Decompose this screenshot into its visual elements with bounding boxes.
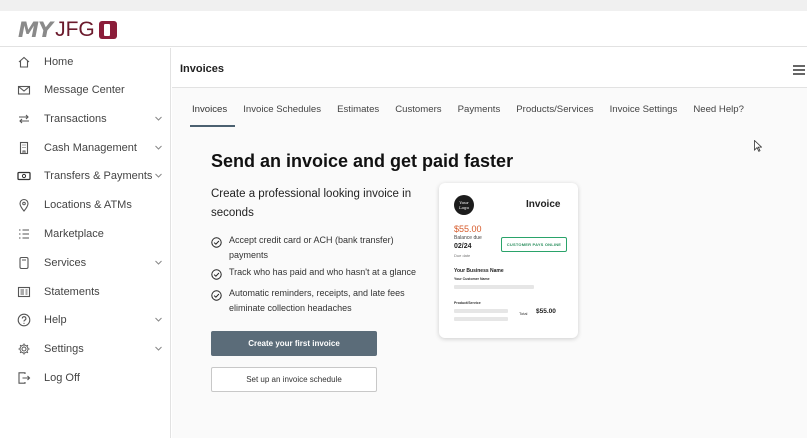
sidebar-item-label: Locations & ATMs: [44, 199, 132, 211]
sidebar-item-label: Home: [44, 56, 74, 68]
check-circle-icon: [211, 267, 222, 280]
sidebar-item-label: Cash Management: [44, 142, 137, 154]
tab-invoice-schedules[interactable]: Invoice Schedules: [243, 104, 321, 124]
hero-lead: Create a professional looking invoice in…: [211, 188, 412, 219]
sidebar-item-label: Settings: [44, 343, 84, 355]
check-circle-icon: [211, 288, 222, 301]
customer-name: Your Customer Name: [454, 277, 490, 281]
sidebar-item-label: Marketplace: [44, 228, 104, 240]
logo-my-text: MY: [18, 18, 53, 42]
chevron-down-icon: [154, 258, 163, 267]
mouse-pointer-icon: [754, 139, 763, 152]
sidebar-item-cash-management[interactable]: Cash Management: [0, 134, 171, 162]
tab-estimates[interactable]: Estimates: [337, 104, 379, 124]
sidebar-item-label: Services: [44, 257, 87, 269]
chevron-down-icon: [154, 143, 163, 152]
sidebar-item-label: Help: [44, 314, 67, 326]
sidebar-item-label: Transfers & Payments: [44, 170, 153, 182]
page-title: Invoices: [180, 63, 225, 75]
due-date-label: Due date: [454, 253, 471, 258]
question-icon: [16, 312, 32, 328]
business-name: Your Business Name: [454, 268, 504, 274]
envelope-icon: [16, 82, 32, 98]
sidebar-item-statements[interactable]: Statements: [0, 278, 171, 306]
invoice-amount: $55.00: [454, 224, 482, 234]
placeholder-bar: [454, 285, 534, 289]
gear-icon: [16, 341, 32, 357]
sidebar-item-label: Message Center: [44, 84, 125, 96]
feature-text: Automatic reminders, receipts, and late …: [229, 288, 405, 313]
sidebar-item-help[interactable]: Help: [0, 306, 171, 334]
tab-invoices[interactable]: Invoices: [189, 104, 236, 127]
tab-products-services[interactable]: Products/Services: [516, 104, 593, 124]
tab-payments[interactable]: Payments: [458, 104, 501, 124]
logo-badge-icon: [98, 21, 117, 39]
create-first-invoice-button[interactable]: Create your first invoice: [211, 331, 377, 356]
chevron-down-icon: [154, 171, 163, 180]
placeholder-bar: [454, 317, 508, 321]
device-icon: [16, 255, 32, 271]
sidebar-item-settings[interactable]: Settings: [0, 335, 171, 363]
page-header: Invoices: [172, 48, 807, 88]
sidebar-item-label: Statements: [44, 286, 100, 298]
logo-name-text: JFG: [55, 18, 95, 41]
list-icon: [16, 226, 32, 242]
sidebar-item-marketplace[interactable]: Marketplace: [0, 220, 171, 248]
cash-icon: [16, 168, 32, 184]
your-logo-placeholder: Your Logo: [454, 195, 474, 215]
check-circle-icon: [211, 235, 222, 248]
chevron-down-icon: [154, 315, 163, 324]
tab-invoice-settings[interactable]: Invoice Settings: [610, 104, 678, 124]
sidebar-item-log-off[interactable]: Log Off: [0, 364, 171, 392]
balance-due-label: Balance due: [454, 235, 482, 241]
sidebar-item-message-center[interactable]: Message Center: [0, 76, 171, 104]
sidebar-item-home[interactable]: Home: [0, 48, 171, 76]
customer-pays-online-badge: CUSTOMER PAYS ONLINE: [501, 237, 567, 252]
transfer-arrows-icon: [16, 111, 32, 127]
setup-invoice-schedule-button[interactable]: Set up an invoice schedule: [211, 367, 377, 392]
feature-text: Track who has paid and who hasn't at a g…: [229, 267, 417, 277]
sidebar-item-label: Log Off: [44, 372, 80, 384]
placeholder-bar: [454, 309, 508, 313]
due-date-value: 02/24: [454, 243, 472, 250]
product-service-label: Product/Service: [454, 301, 481, 305]
sidebar-item-transfers-payments[interactable]: Transfers & Payments: [0, 162, 171, 190]
app-logo[interactable]: MY JFG: [18, 17, 117, 43]
chevron-down-icon: [154, 344, 163, 353]
total-label: Total: [519, 311, 528, 316]
tab-need-help[interactable]: Need Help?: [693, 104, 744, 124]
hero-title: Send an invoice and get paid faster: [211, 151, 514, 171]
feature-item: Accept credit card or ACH (bank transfer…: [211, 233, 424, 263]
logout-icon: [16, 370, 32, 386]
feature-item: Track who has paid and who hasn't at a g…: [211, 265, 424, 280]
statement-icon: [16, 284, 32, 300]
sidebar-item-services[interactable]: Services: [0, 249, 171, 277]
tab-customers[interactable]: Customers: [395, 104, 441, 124]
invoice-preview-card: Your Logo Invoice $55.00 Balance due 02/…: [439, 183, 578, 338]
building-icon: [16, 140, 32, 156]
sidebar: Home Message Center Transactions Cash Ma…: [0, 48, 171, 438]
chevron-down-icon: [154, 114, 163, 123]
invoice-card-title: Invoice: [526, 199, 561, 210]
app-header: MY JFG: [0, 11, 807, 47]
sidebar-item-locations-atms[interactable]: Locations & ATMs: [0, 191, 171, 219]
browser-top-strip: [0, 0, 807, 11]
hamburger-menu-icon[interactable]: [793, 62, 805, 75]
location-pin-icon: [16, 197, 32, 213]
feature-item: Automatic reminders, receipts, and late …: [211, 286, 424, 316]
sidebar-item-label: Transactions: [44, 113, 107, 125]
invoice-tabs: Invoices Invoice Schedules Estimates Cus…: [189, 104, 760, 127]
feature-text: Accept credit card or ACH (bank transfer…: [229, 235, 394, 260]
total-value: $55.00: [536, 308, 556, 315]
sidebar-item-transactions[interactable]: Transactions: [0, 105, 171, 133]
home-icon: [16, 54, 32, 70]
main-content: Invoices Invoices Invoice Schedules Esti…: [172, 48, 807, 438]
